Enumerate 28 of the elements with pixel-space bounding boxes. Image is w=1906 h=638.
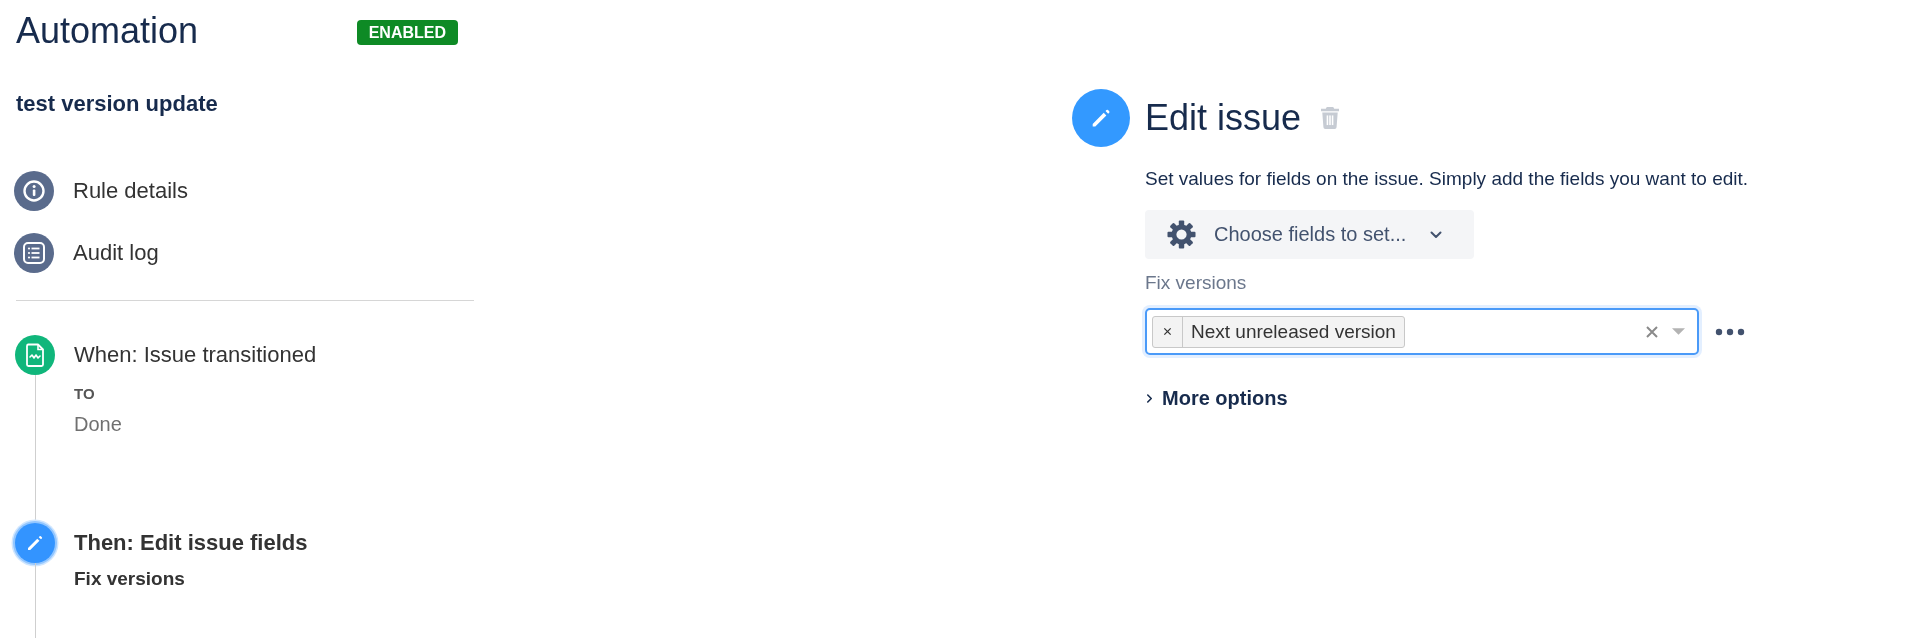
step-detail-value: Done bbox=[74, 412, 122, 437]
list-icon bbox=[14, 233, 54, 273]
step-detail-label: TO bbox=[74, 384, 95, 404]
field-label: Fix versions bbox=[1145, 272, 1247, 294]
more-icon[interactable] bbox=[1715, 327, 1745, 336]
editor-title: Edit issue bbox=[1145, 97, 1302, 139]
caret-icon[interactable] bbox=[1672, 328, 1685, 335]
choose-fields-button[interactable]: Choose fields to set... bbox=[1145, 210, 1475, 259]
more-options-toggle[interactable]: More options bbox=[1146, 386, 1288, 410]
tag-label: Next unreleased version bbox=[1190, 319, 1397, 344]
info-icon bbox=[14, 171, 54, 211]
nav-link[interactable]: Rule details bbox=[14, 171, 188, 211]
editor-description: Set values for fields on the issue. Simply add the fields you want to edit. bbox=[1145, 168, 1749, 190]
nav-link[interactable]: Audit log bbox=[14, 233, 159, 273]
rule-name: test version update bbox=[16, 91, 219, 117]
status-badge: ENABLED bbox=[356, 20, 458, 45]
pencil-icon bbox=[11, 519, 59, 567]
step-title: When: Issue transitioned bbox=[74, 341, 317, 369]
pencil-icon bbox=[1072, 89, 1130, 147]
multi-select-field[interactable]: Next unreleased version bbox=[1145, 308, 1699, 355]
step-title: Then: Edit issue fields bbox=[74, 529, 308, 557]
trash-icon[interactable] bbox=[1321, 107, 1340, 129]
step-detail-field: Fix versions bbox=[74, 567, 185, 591]
chevron-down-icon bbox=[1430, 230, 1443, 239]
page-title: Automation bbox=[16, 10, 199, 52]
settings-icon bbox=[1167, 220, 1196, 249]
close-icon bbox=[1163, 327, 1172, 336]
clear-icon[interactable] bbox=[1646, 325, 1658, 338]
